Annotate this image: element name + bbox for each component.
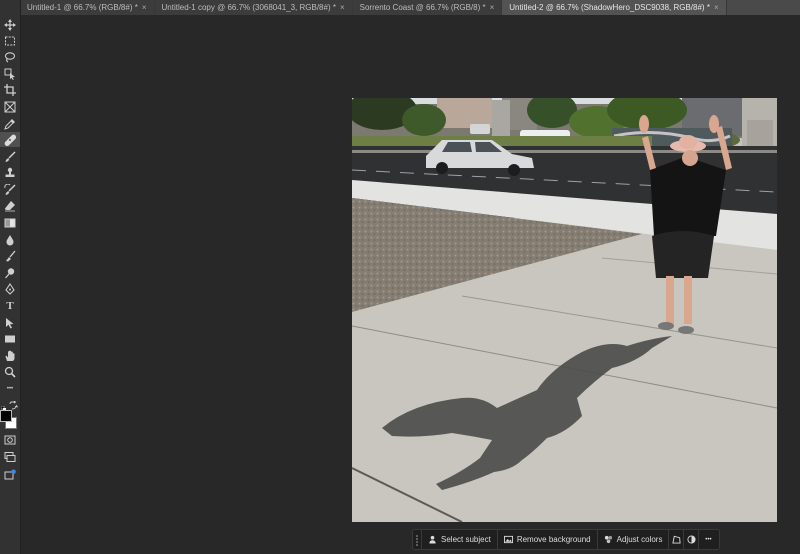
transform-icon[interactable]: [668, 530, 683, 549]
tab-label: Sorrento Coast @ 66.7% (RGB/8) *: [359, 3, 486, 12]
person-icon: [429, 535, 436, 544]
move-tool-icon[interactable]: [0, 17, 20, 32]
adjust-colors-button[interactable]: Adjust colors: [596, 530, 669, 549]
gradient-tool-icon[interactable]: [0, 215, 20, 230]
tools-panel: T •••: [0, 0, 21, 554]
document-tab-bar: Untitled-1 @ 66.7% (RGB/8#) * × Untitled…: [20, 0, 800, 15]
brush-tool-icon[interactable]: [0, 149, 20, 164]
more-options-glyph: •••: [705, 536, 712, 543]
more-tools-icon[interactable]: •••: [0, 381, 20, 396]
remove-background-button[interactable]: Remove background: [496, 530, 597, 549]
more-tools-glyph: •••: [6, 385, 14, 392]
select-subject-label: Select subject: [441, 535, 491, 544]
dodge-tool-icon[interactable]: [0, 265, 20, 280]
document-tab-sorrento-coast[interactable]: Sorrento Coast @ 66.7% (RGB/8) * ×: [352, 0, 503, 15]
healing-brush-tool-icon[interactable]: [0, 132, 20, 147]
blur-tool-icon[interactable]: [0, 232, 20, 247]
path-select-tool-icon[interactable]: [0, 315, 20, 330]
close-icon[interactable]: ×: [714, 0, 719, 15]
eraser-tool-icon[interactable]: [0, 198, 20, 213]
rectangle-tool-icon[interactable]: [0, 331, 20, 346]
clone-stamp-tool-icon[interactable]: [0, 165, 20, 180]
history-brush-tool-icon[interactable]: [0, 182, 20, 197]
eyedropper-tool-icon[interactable]: [0, 116, 20, 131]
default-colors-icon[interactable]: [0, 398, 6, 411]
tab-label: Untitled-2 @ 66.7% (ShadowHero_DSC9038, …: [509, 3, 710, 12]
tab-label: Untitled-1 @ 66.7% (RGB/8#) *: [27, 3, 138, 12]
color-circles-icon: [604, 535, 612, 544]
foreground-color-swatch[interactable]: [0, 410, 12, 422]
object-select-tool-icon[interactable]: [0, 66, 20, 81]
hand-tool-icon[interactable]: [0, 348, 20, 363]
crop-tool-icon[interactable]: [0, 82, 20, 97]
swap-colors-icon[interactable]: [9, 397, 18, 410]
document-tab-untitled-2[interactable]: Untitled-2 @ 66.7% (ShadowHero_DSC9038, …: [502, 0, 727, 15]
close-icon[interactable]: ×: [340, 0, 345, 15]
document-tab-untitled-1[interactable]: Untitled-1 @ 66.7% (RGB/8#) * ×: [20, 0, 155, 15]
photo-image: [352, 98, 777, 522]
select-subject-button[interactable]: Select subject: [421, 530, 497, 549]
type-tool-icon[interactable]: T: [0, 298, 20, 313]
tab-label: Untitled-1 copy @ 66.7% (3068041_3, RGB/…: [161, 3, 336, 12]
pen-tool-icon[interactable]: [0, 281, 20, 296]
close-icon[interactable]: ×: [490, 0, 495, 15]
quick-mask-icon[interactable]: [0, 432, 20, 447]
drag-handle-icon[interactable]: [413, 530, 421, 549]
document-tab-untitled-1-copy[interactable]: Untitled-1 copy @ 66.7% (3068041_3, RGB/…: [154, 0, 353, 15]
marquee-tool-icon[interactable]: [0, 33, 20, 48]
adjust-colors-label: Adjust colors: [616, 535, 663, 544]
adjustment-layer-icon[interactable]: [683, 530, 698, 549]
zoom-tool-icon[interactable]: [0, 364, 20, 379]
lasso-tool-icon[interactable]: [0, 49, 20, 64]
contextual-taskbar: Select subject Remove background Adjust …: [412, 529, 720, 550]
smudge-tool-icon[interactable]: [0, 248, 20, 263]
remove-background-label: Remove background: [516, 535, 591, 544]
screen-mode-icon[interactable]: [0, 449, 20, 464]
type-tool-glyph: T: [6, 299, 14, 312]
more-options-icon[interactable]: •••: [698, 530, 717, 549]
share-icon[interactable]: [0, 467, 20, 482]
close-icon[interactable]: ×: [142, 0, 147, 15]
frame-tool-icon[interactable]: [0, 99, 20, 114]
document-canvas[interactable]: [352, 98, 777, 522]
image-icon: [503, 535, 513, 544]
